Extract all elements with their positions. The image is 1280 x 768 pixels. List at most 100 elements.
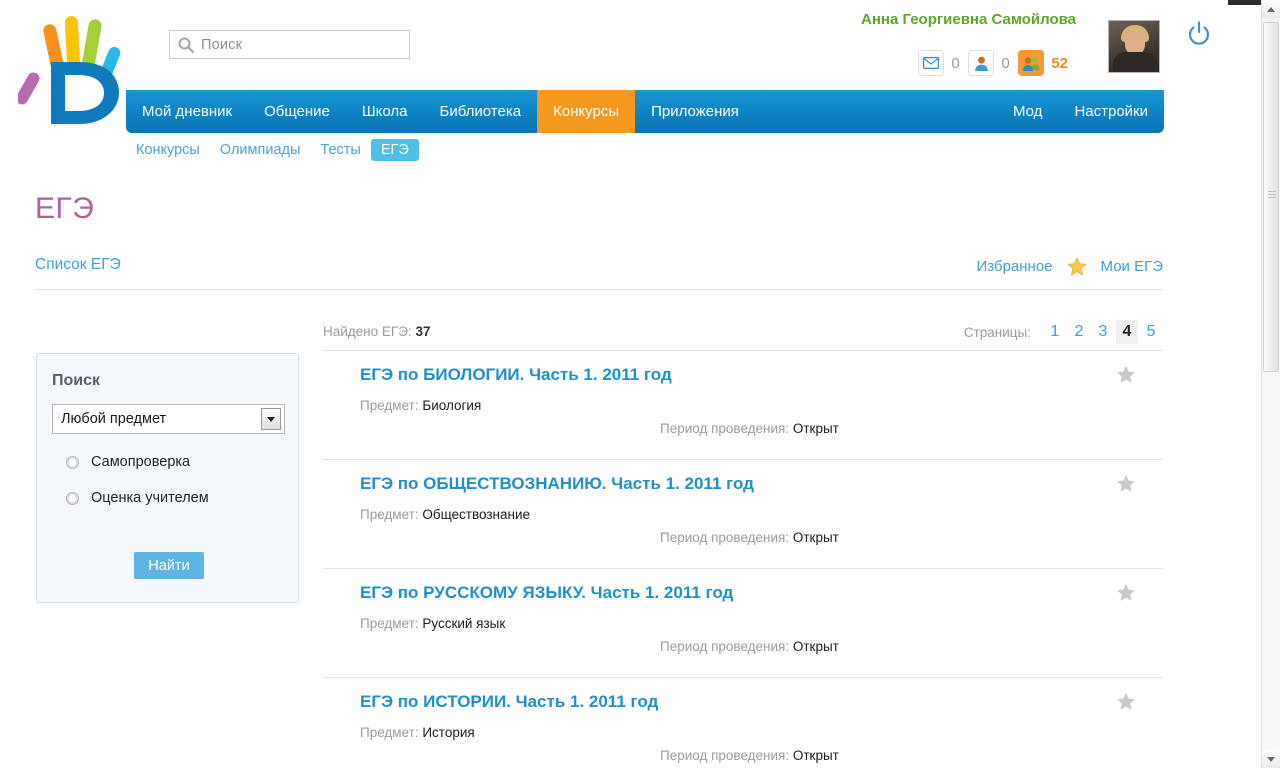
subnav-item-ege[interactable]: ЕГЭ xyxy=(370,139,419,161)
messages-count: 0 xyxy=(951,54,960,72)
star-grey-icon[interactable] xyxy=(1116,692,1136,711)
star-grey-icon[interactable] xyxy=(1116,583,1136,602)
result-subject: Предмет: Биология xyxy=(360,398,1163,413)
found-count-text: Найдено ЕГЭ: 37 xyxy=(323,324,430,339)
page-2[interactable]: 2 xyxy=(1068,320,1090,344)
result-item: ЕГЭ по ОБЩЕСТВОЗНАНИЮ. Часть 1. 2011 год… xyxy=(323,460,1163,569)
radio-button[interactable] xyxy=(66,455,79,469)
result-period: Период проведения: Открыт xyxy=(660,639,1163,654)
radio-self-check[interactable]: Самопроверка xyxy=(52,454,283,470)
subnav-item-contests[interactable]: Конкурсы xyxy=(126,139,210,161)
breadcrumb-actions: Избранное Мои ЕГЭ xyxy=(977,256,1163,276)
subject-label: Предмет: xyxy=(360,616,419,631)
dnevnik-logo[interactable] xyxy=(16,6,138,134)
period-value: Открыт xyxy=(792,639,839,654)
subject-label: Предмет: xyxy=(360,398,419,413)
scrollbar-thumb[interactable] xyxy=(1263,22,1279,372)
subject-label: Предмет: xyxy=(360,725,419,740)
triangle-glyph xyxy=(1267,6,1275,12)
page-4[interactable]: 4 xyxy=(1116,320,1138,344)
star-gold-icon[interactable] xyxy=(1066,256,1087,276)
radio-teacher-grade[interactable]: Оценка учителем xyxy=(52,490,283,506)
subject-select[interactable]: Любой предмет xyxy=(52,404,285,434)
pages-label: Страницы: xyxy=(963,324,1031,340)
pagination: Страницы: 1 2 3 4 5 xyxy=(964,320,1163,344)
radio-teacher-grade-label: Оценка учителем xyxy=(91,490,209,506)
result-period: Период проведения: Открыт xyxy=(660,530,1163,545)
sidebar: Поиск Любой предмет Самопроверка Оценка … xyxy=(36,353,299,603)
avatar[interactable] xyxy=(1108,20,1160,73)
search-panel: Поиск Любой предмет Самопроверка Оценка … xyxy=(36,353,299,603)
result-title[interactable]: ЕГЭ по ОБЩЕСТВОЗНАНИЮ. Часть 1. 2011 год xyxy=(360,474,1163,494)
breadcrumb[interactable]: Список ЕГЭ xyxy=(35,256,121,274)
star-grey-icon[interactable] xyxy=(1116,365,1136,384)
page-3[interactable]: 3 xyxy=(1092,320,1114,344)
nav-item-mod[interactable]: Мод xyxy=(997,90,1058,133)
found-label: Найдено ЕГЭ: xyxy=(323,324,412,339)
my-ege-link[interactable]: Мои ЕГЭ xyxy=(1101,258,1163,275)
subject-value: Биология xyxy=(422,398,482,413)
results-list: Найдено ЕГЭ: 37 Страницы: 1 2 3 4 5 ЕГЭ … xyxy=(323,318,1163,768)
subject-value: История xyxy=(422,725,475,740)
star-grey-icon[interactable] xyxy=(1116,474,1136,493)
notification-counters: 0 0 52 xyxy=(918,50,1068,76)
period-value: Открыт xyxy=(792,421,839,436)
subnav-item-tests[interactable]: Тесты xyxy=(310,139,370,161)
search-input[interactable]: Поиск xyxy=(169,30,410,59)
nav-item-communication[interactable]: Общение xyxy=(248,90,346,133)
result-period: Период проведения: Открыт xyxy=(660,748,1163,763)
result-subject: Предмет: История xyxy=(360,725,1163,740)
radio-button[interactable] xyxy=(66,491,79,505)
envelope-icon[interactable] xyxy=(918,50,945,76)
period-label: Период проведения: xyxy=(660,421,790,436)
subnav-item-olympiads[interactable]: Олимпиады xyxy=(210,139,311,161)
triangle-up-icon[interactable] xyxy=(1262,0,1280,18)
period-label: Период проведения: xyxy=(660,748,790,763)
period-value: Открыт xyxy=(792,748,839,763)
find-button[interactable]: Найти xyxy=(134,552,204,579)
subject-label: Предмет: xyxy=(360,507,419,522)
search-panel-title: Поиск xyxy=(52,372,101,389)
people-group-icon[interactable] xyxy=(1018,50,1045,76)
scrollbar-grip xyxy=(1268,191,1276,198)
main-nav: Мой дневник Общение Школа Библиотека Кон… xyxy=(126,90,1164,133)
search-placeholder: Поиск xyxy=(201,36,243,53)
vertical-scrollbar[interactable] xyxy=(1261,0,1280,768)
chevron-down-icon[interactable] xyxy=(261,408,281,430)
found-count: 37 xyxy=(415,324,431,339)
friends-count: 0 xyxy=(1001,54,1010,72)
result-item: ЕГЭ по БИОЛОГИИ. Часть 1. 2011 год Предм… xyxy=(323,351,1163,460)
nav-item-school[interactable]: Школа xyxy=(346,90,424,133)
result-subject: Предмет: Обществознание xyxy=(360,507,1163,522)
user-name[interactable]: Анна Георгиевна Самойлова xyxy=(861,11,1076,28)
nav-item-apps[interactable]: Приложения xyxy=(635,90,755,133)
page-title: ЕГЭ xyxy=(35,192,95,225)
triangle-down-icon[interactable] xyxy=(1262,750,1280,768)
page-1[interactable]: 1 xyxy=(1044,320,1066,344)
results-header: Найдено ЕГЭ: 37 Страницы: 1 2 3 4 5 xyxy=(323,318,1163,351)
search-icon xyxy=(177,36,195,54)
result-title[interactable]: ЕГЭ по БИОЛОГИИ. Часть 1. 2011 год xyxy=(360,365,1163,385)
result-item: ЕГЭ по ИСТОРИИ. Часть 1. 2011 год Предме… xyxy=(323,678,1163,768)
power-icon[interactable] xyxy=(1184,19,1214,49)
nav-item-library[interactable]: Библиотека xyxy=(424,90,538,133)
subject-value: Обществознание xyxy=(422,507,531,522)
page-5[interactable]: 5 xyxy=(1140,320,1162,344)
nav-item-contests[interactable]: Конкурсы xyxy=(537,90,636,133)
nav-item-settings[interactable]: Настройки xyxy=(1058,90,1164,133)
nav-item-my-diary[interactable]: Мой дневник xyxy=(126,90,248,133)
subject-value: Русский язык xyxy=(422,616,506,631)
result-title[interactable]: ЕГЭ по ИСТОРИИ. Часть 1. 2011 год xyxy=(360,692,1163,712)
radio-self-check-label: Самопроверка xyxy=(91,454,191,470)
result-title[interactable]: ЕГЭ по РУССКОМУ ЯЗЫКУ. Часть 1. 2011 год xyxy=(360,583,1163,603)
browser-page: Поиск Анна Георгиевна Самойлова 0 0 52 М… xyxy=(0,0,1280,768)
favorites-link[interactable]: Избранное xyxy=(977,258,1053,275)
person-icon[interactable] xyxy=(968,50,995,76)
period-value: Открыт xyxy=(792,530,839,545)
result-subject: Предмет: Русский язык xyxy=(360,616,1163,631)
period-label: Период проведения: xyxy=(660,530,790,545)
avatar-body xyxy=(1113,52,1157,72)
result-period: Период проведения: Открыт xyxy=(660,421,1163,436)
groups-count: 52 xyxy=(1051,54,1068,72)
